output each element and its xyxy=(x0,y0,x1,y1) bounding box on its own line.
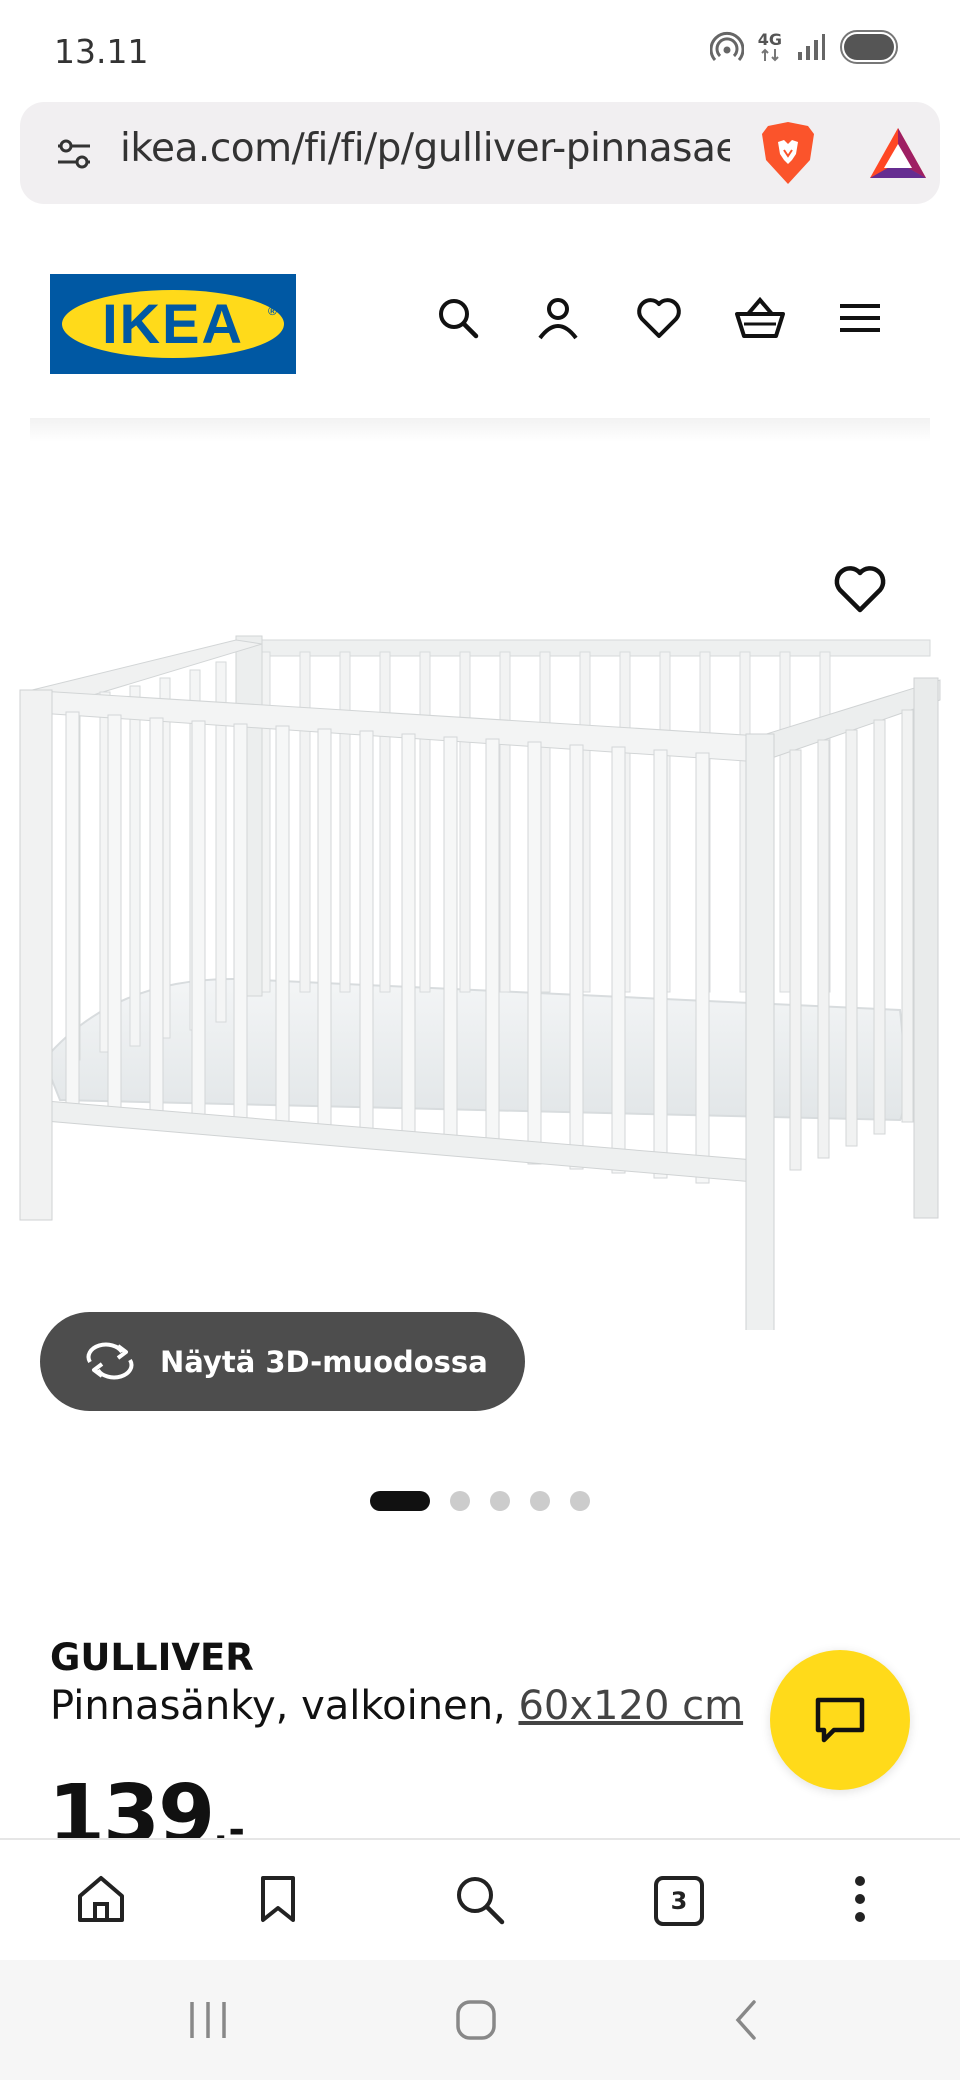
carousel-dot[interactable] xyxy=(450,1491,470,1511)
more-icon[interactable] xyxy=(850,1874,870,1924)
view-3d-label: Näytä 3D-muodossa xyxy=(160,1345,488,1379)
home-button-icon[interactable] xyxy=(454,1998,498,2042)
bookmark-icon[interactable] xyxy=(258,1874,298,1924)
product-name: GULLIVER xyxy=(50,1636,254,1679)
rotate-3d-icon xyxy=(86,1342,134,1380)
header-divider xyxy=(30,418,930,442)
browser-search-icon[interactable] xyxy=(454,1874,506,1926)
carousel-dot-active[interactable] xyxy=(370,1491,430,1511)
chat-button[interactable] xyxy=(770,1650,910,1790)
status-icons: 4G xyxy=(709,30,898,64)
hotspot-icon xyxy=(709,31,744,61)
brave-rewards-icon[interactable] xyxy=(868,126,928,182)
search-icon[interactable] xyxy=(436,296,480,340)
carousel-dot[interactable] xyxy=(530,1491,550,1511)
account-icon[interactable] xyxy=(536,296,580,340)
url-text[interactable]: ikea.com/fi/fi/p/gulliver-pinnasaer xyxy=(120,126,730,171)
product-image-crib[interactable] xyxy=(0,540,960,1330)
address-bar[interactable]: ikea.com/fi/fi/p/gulliver-pinnasaer xyxy=(20,102,940,204)
menu-icon[interactable] xyxy=(838,296,882,340)
status-bar: 13.11 4G xyxy=(0,0,960,100)
product-size-link[interactable]: 60x120 cm xyxy=(518,1683,743,1729)
network-4g-icon: 4G xyxy=(758,32,782,62)
product-description-text: Pinnasänky, valkoinen, xyxy=(50,1683,519,1729)
browser-toolbar: 3 xyxy=(0,1838,960,1960)
tabs-icon[interactable]: 3 xyxy=(654,1876,704,1926)
status-time: 13.11 xyxy=(54,32,149,71)
product-description: Pinnasänky, valkoinen, 60x120 cm xyxy=(50,1683,743,1729)
carousel-indicator xyxy=(370,1491,590,1511)
carousel-dot[interactable] xyxy=(490,1491,510,1511)
carousel-dot[interactable] xyxy=(570,1491,590,1511)
battery-icon xyxy=(840,30,898,64)
add-to-wishlist-icon[interactable] xyxy=(832,564,888,616)
site-header: IKEA ® xyxy=(0,204,960,424)
home-icon[interactable] xyxy=(76,1874,126,1924)
recents-icon[interactable] xyxy=(186,1998,230,2042)
back-icon[interactable] xyxy=(730,1998,760,2042)
view-3d-button[interactable]: Näytä 3D-muodossa xyxy=(40,1312,525,1411)
wishlist-icon[interactable] xyxy=(636,296,682,340)
brave-shields-icon[interactable] xyxy=(760,120,816,186)
site-settings-icon[interactable] xyxy=(54,134,94,174)
signal-icon xyxy=(798,34,825,60)
ikea-logo[interactable]: IKEA ® xyxy=(50,274,296,374)
chat-icon xyxy=(815,1697,865,1743)
system-navigation-bar xyxy=(0,1960,960,2080)
cart-icon[interactable] xyxy=(734,296,786,340)
